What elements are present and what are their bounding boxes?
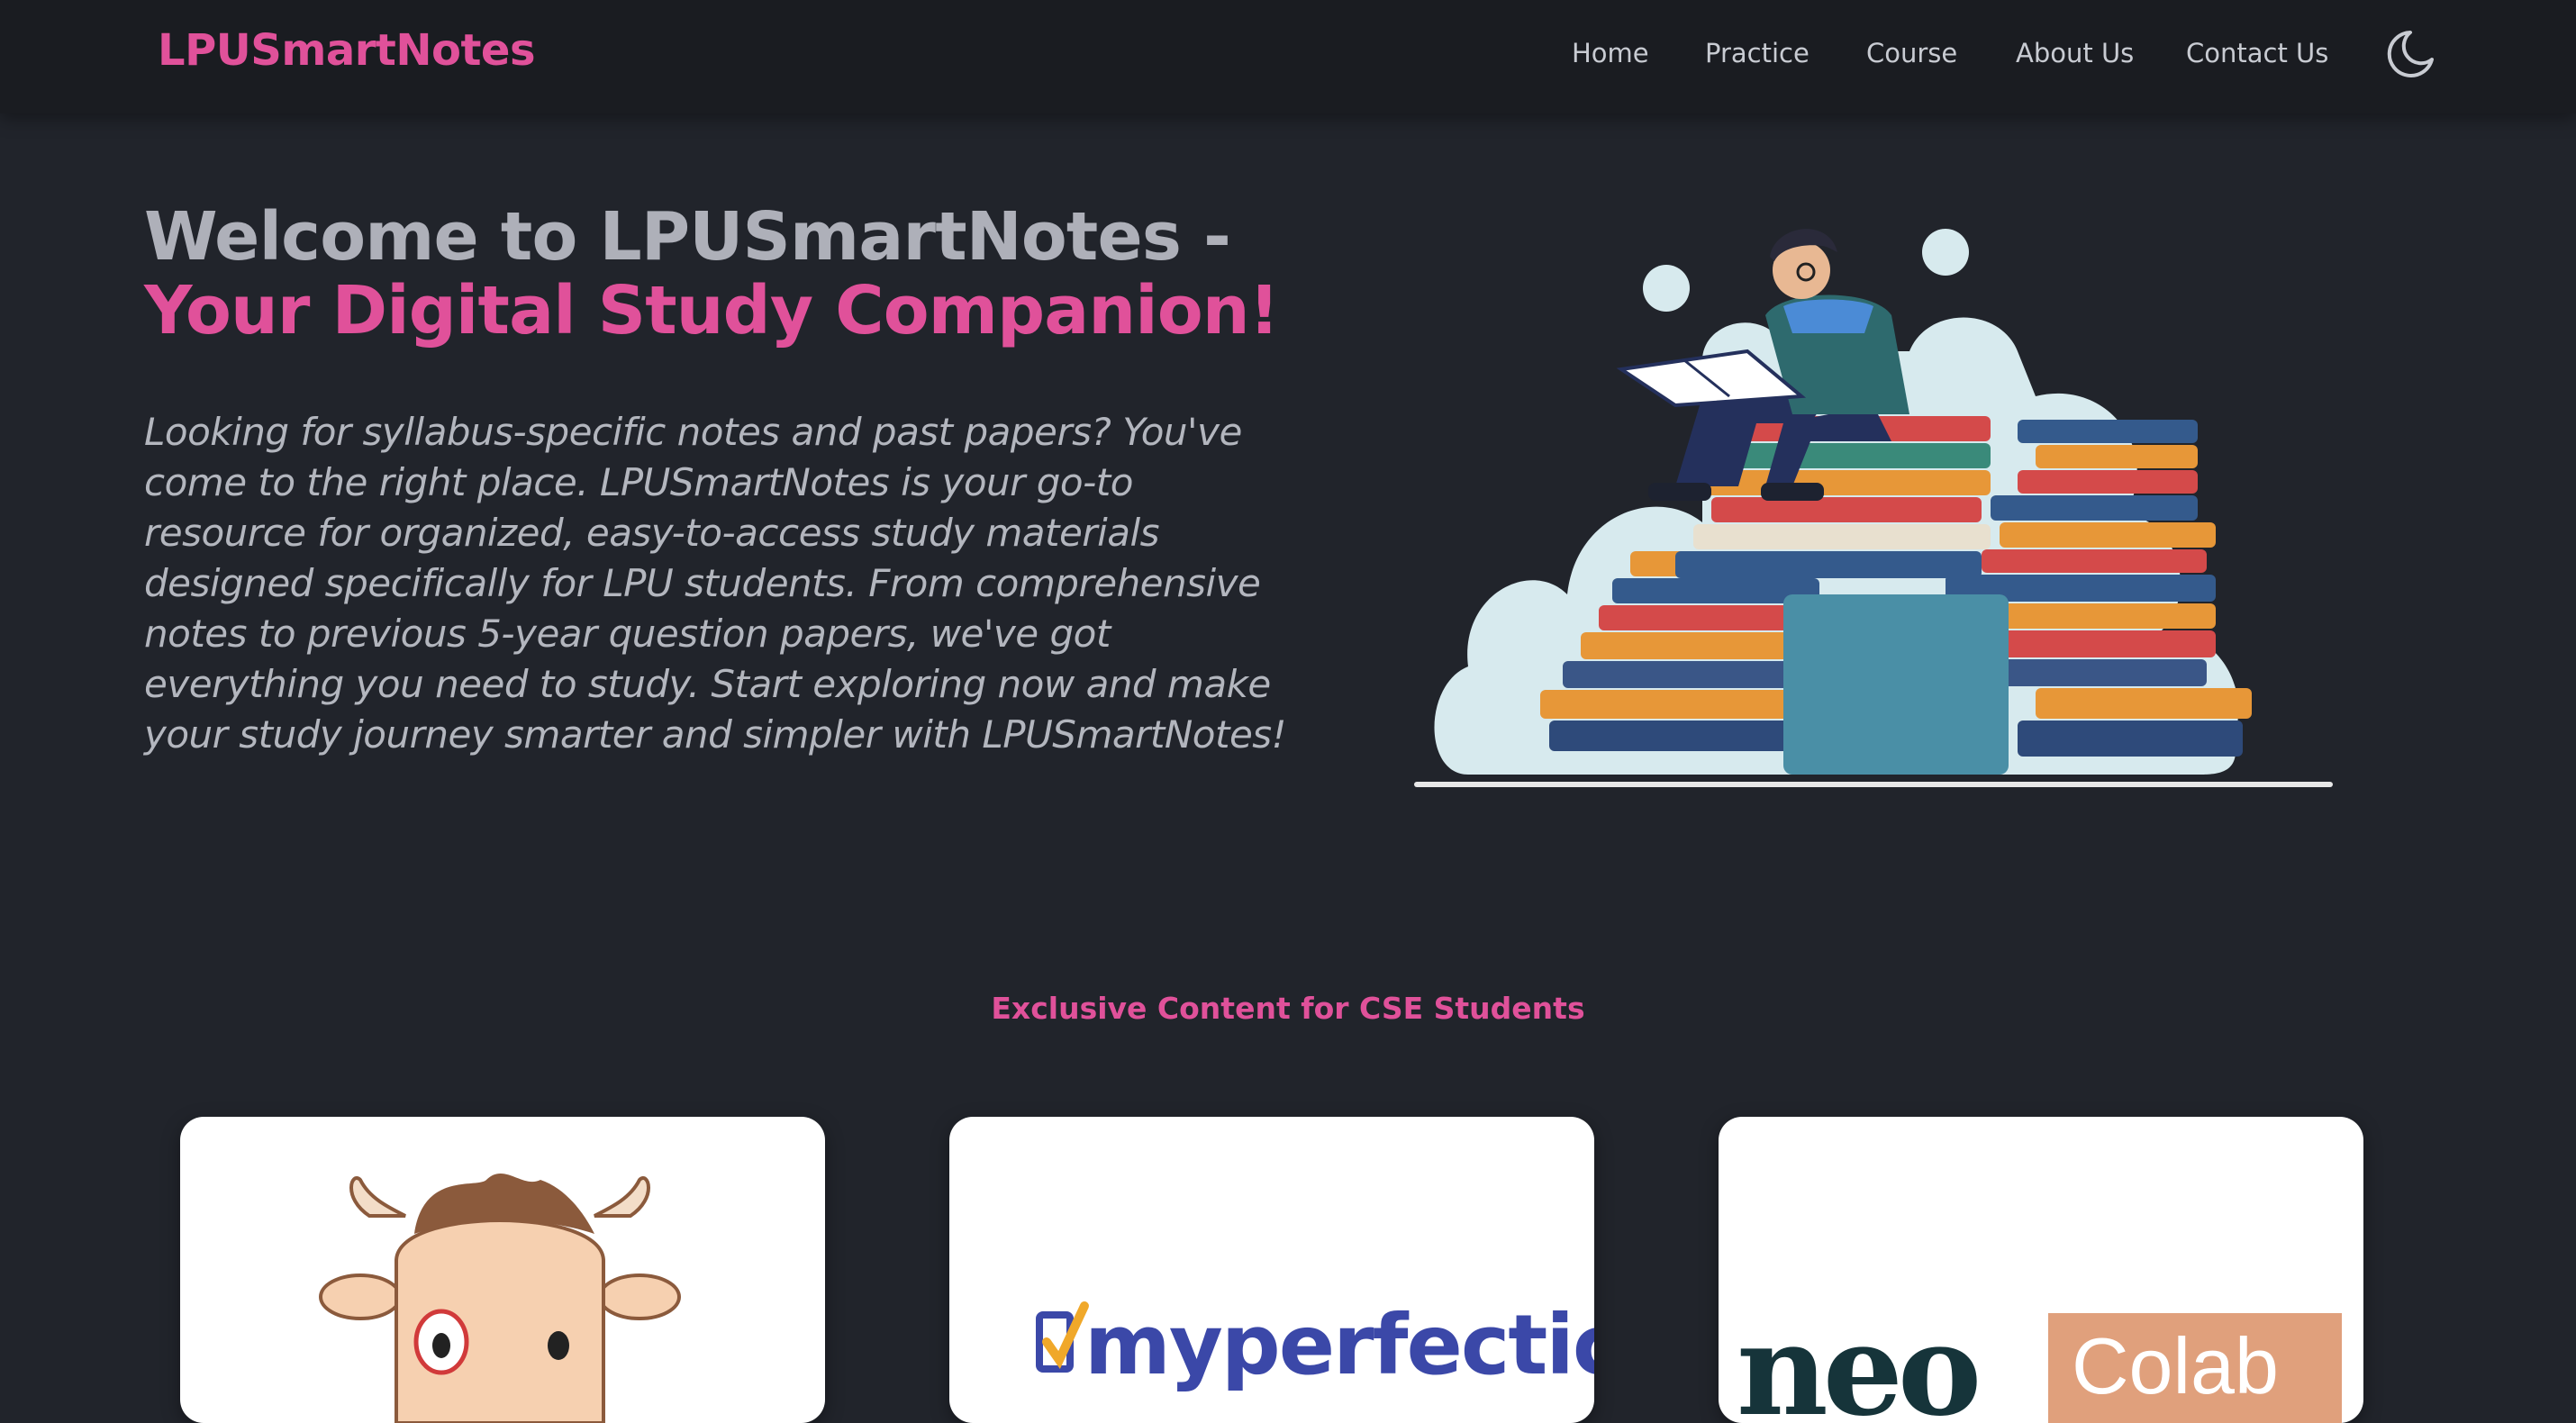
hero-title-part2: Your Digital Study Companion!: [144, 272, 1280, 349]
content-card-3[interactable]: neo Colab: [1719, 1117, 2363, 1423]
neo-logo-text: neo: [1737, 1297, 1982, 1423]
colab-logo-text: Colab: [2072, 1321, 2279, 1410]
nav-home[interactable]: Home: [1572, 38, 1649, 68]
nav-course[interactable]: Course: [1866, 38, 1957, 68]
myperfectice-logo-text: myperfectice: [1084, 1297, 1594, 1393]
cartoon-bull-logo: [319, 1173, 681, 1423]
navbar: LPUSmartNotes Home Practice Course About…: [0, 0, 2576, 113]
moon-icon[interactable]: [2383, 27, 2437, 81]
content-card-1[interactable]: [180, 1117, 825, 1423]
hero-title: Welcome to LPUSmartNotes - Your Digital …: [144, 200, 1315, 348]
nav-contact-us[interactable]: Contact Us: [2186, 38, 2328, 68]
hero-description: Looking for syllabus-specific notes and …: [144, 410, 1287, 757]
brand-logo[interactable]: LPUSmartNotes: [158, 25, 536, 76]
student-reading-on-books-illustration: [1414, 229, 2333, 787]
hero-title-part1: Welcome to LPUSmartNotes -: [144, 198, 1231, 276]
content-card-2[interactable]: myperfectice: [949, 1117, 1594, 1423]
nav-about-us[interactable]: About Us: [2016, 38, 2134, 68]
section-title: Exclusive Content for CSE Students: [991, 991, 1585, 1026]
nav-practice[interactable]: Practice: [1705, 38, 1810, 68]
